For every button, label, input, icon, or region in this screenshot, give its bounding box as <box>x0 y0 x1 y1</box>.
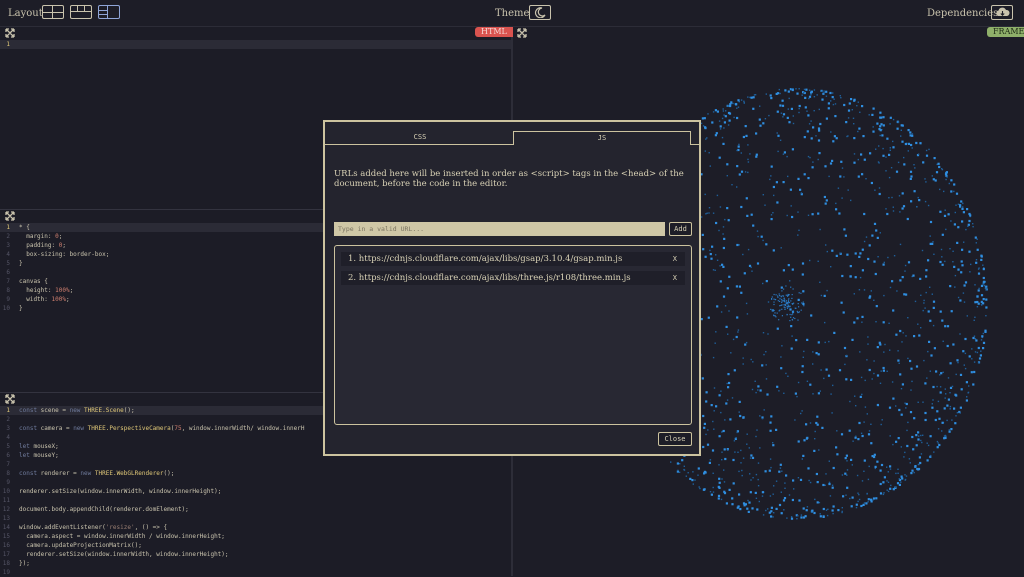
code-text: const camera = new THREE.PerspectiveCame… <box>19 425 305 432</box>
line-number: 13 <box>2 515 10 522</box>
layout-label: Layout <box>8 8 43 19</box>
line-number: 9 <box>6 296 10 303</box>
dependencies-label: Dependencies <box>927 8 999 19</box>
url-input[interactable] <box>334 222 665 236</box>
theme-label: Theme <box>495 8 530 19</box>
list-item: 2. https://cdnjs.cloudflare.com/ajax/lib… <box>341 271 685 285</box>
code-line: 15 camera.aspect = window.innerWidth / w… <box>0 532 511 541</box>
line-number: 14 <box>2 524 10 531</box>
code-text: canvas { <box>19 278 48 285</box>
code-line: 11 <box>0 496 511 505</box>
line-number: 7 <box>6 461 10 468</box>
line-number: 5 <box>6 260 10 267</box>
code-line: 17 renderer.setSize(window.innerWidth, w… <box>0 550 511 559</box>
line-number: 9 <box>6 479 10 486</box>
dependencies-button[interactable] <box>991 5 1013 20</box>
tab-js[interactable]: JS <box>513 131 691 145</box>
html-tag: HTML <box>475 27 513 37</box>
code-text: renderer.setSize(window.innerWidth, wind… <box>19 488 222 495</box>
line-number: 3 <box>6 425 10 432</box>
code-line: 13 <box>0 514 511 523</box>
line-number: 1 <box>6 224 10 231</box>
code-line: 18}); <box>0 559 511 568</box>
code-line: 8 const renderer = new THREE.WebGLRendere… <box>0 469 511 478</box>
html-code[interactable]: 1 <box>0 40 511 49</box>
code-text: } <box>19 305 23 312</box>
line-number: 4 <box>6 251 10 258</box>
code-line: 7 <box>0 460 511 469</box>
cloud-download-icon <box>996 7 1010 16</box>
code-text: renderer.setSize(window.innerWidth, wind… <box>19 551 229 558</box>
line-number: 10 <box>2 488 10 495</box>
line-number: 3 <box>6 242 10 249</box>
code-line: 14 window.addEventListener('resize', () =… <box>0 523 511 532</box>
line-number: 4 <box>6 434 10 441</box>
code-text: } <box>19 260 23 267</box>
layout-sidebar-icon[interactable] <box>98 5 120 19</box>
dependency-list: 1. https://cdnjs.cloudflare.com/ajax/lib… <box>334 245 692 425</box>
line-number: 8 <box>6 287 10 294</box>
line-number: 18 <box>2 560 10 567</box>
dependency-url: 2. https://cdnjs.cloudflare.com/ajax/lib… <box>348 273 631 283</box>
code-text: document.body.appendChild(renderer.domEl… <box>19 506 189 513</box>
code-line: 9 <box>0 478 511 487</box>
code-line: 10 renderer.setSize(window.innerWidth, wi… <box>0 487 511 496</box>
dependency-url: 1. https://cdnjs.cloudflare.com/ajax/lib… <box>348 254 623 264</box>
line-number: 7 <box>6 278 10 285</box>
expand-js-icon[interactable] <box>5 394 15 404</box>
remove-dependency-button[interactable]: X <box>673 252 677 266</box>
code-text: width: 100%; <box>19 296 70 303</box>
code-line: 16 camera.updateProjectionMatrix(); <box>0 541 511 550</box>
code-text: window.addEventListener('resize', () => … <box>19 524 168 531</box>
code-text: camera.updateProjectionMatrix(); <box>19 542 142 549</box>
layout-grid-icon[interactable] <box>42 5 64 19</box>
code-text: height: 100%; <box>19 287 74 294</box>
list-item: 1. https://cdnjs.cloudflare.com/ajax/lib… <box>341 252 685 266</box>
moon-icon <box>534 7 546 18</box>
code-text: }); <box>19 560 30 567</box>
line-number: 8 <box>6 470 10 477</box>
layout-columns-icon[interactable] <box>70 5 92 19</box>
tab-css[interactable]: CSS <box>327 131 513 144</box>
dependencies-info-text: URLs added here will be inserted in orde… <box>334 169 684 189</box>
code-text: margin: 0; <box>19 233 63 240</box>
code-text: let mouseY; <box>19 452 59 459</box>
line-number: 16 <box>2 542 10 549</box>
code-text: const renderer = new THREE.WebGLRenderer… <box>19 470 175 477</box>
close-button[interactable]: Close <box>658 432 692 446</box>
code-text: * { <box>19 224 30 231</box>
line-number: 2 <box>6 416 10 423</box>
code-text: box-sizing: border-box; <box>19 251 110 258</box>
line-number: 12 <box>2 506 10 513</box>
line-number: 6 <box>6 452 10 459</box>
remove-dependency-button[interactable]: X <box>673 271 677 285</box>
code-line: 12 document.body.appendChild(renderer.dom… <box>0 505 511 514</box>
add-button[interactable]: Add <box>669 222 692 236</box>
line-number: 15 <box>2 533 10 540</box>
dependencies-modal: CSS JS URLs added here will be inserted … <box>323 120 701 456</box>
top-bar: Layout Theme Dependencies <box>0 0 1024 27</box>
expand-css-icon[interactable] <box>5 211 15 221</box>
line-number: 1 <box>6 407 10 414</box>
expand-html-icon[interactable] <box>5 28 15 38</box>
code-text: camera.aspect = window.innerWidth / wind… <box>19 533 225 540</box>
line-number: 17 <box>2 551 10 558</box>
line-number: 6 <box>6 269 10 276</box>
line-number: 11 <box>2 497 10 504</box>
theme-toggle-button[interactable] <box>529 5 551 20</box>
code-text: padding: 0; <box>19 242 66 249</box>
line-number: 2 <box>6 233 10 240</box>
line-number: 10 <box>2 305 10 312</box>
line-number: 5 <box>6 443 10 450</box>
code-text: let mouseX; <box>19 443 59 450</box>
code-line: 1 <box>0 40 511 49</box>
code-text: const scene = new THREE.Scene(); <box>19 407 135 414</box>
